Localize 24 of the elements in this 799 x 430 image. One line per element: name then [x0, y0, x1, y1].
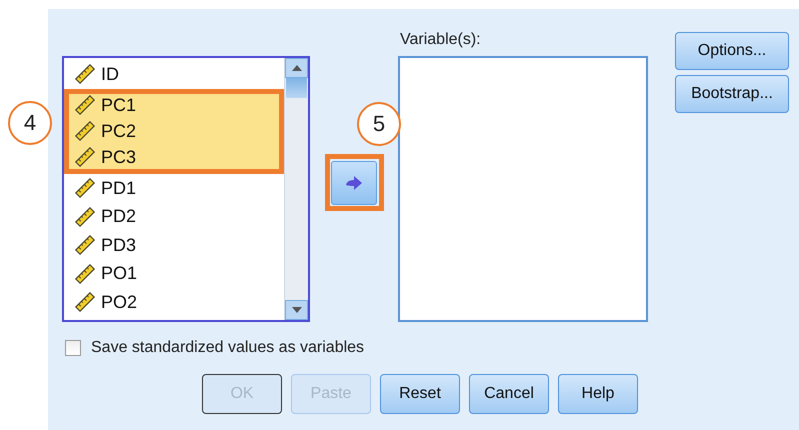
step-callout: 4: [8, 101, 52, 145]
variable-item[interactable]: PO2: [64, 288, 284, 316]
variable-item[interactable]: PD3: [64, 231, 284, 260]
dialog-button[interactable]: Help: [558, 374, 638, 414]
scroll-thumb[interactable]: [286, 78, 307, 98]
dialog-button[interactable]: Cancel: [469, 374, 549, 414]
variable-item[interactable]: PD1: [64, 174, 284, 202]
scroll-up-icon[interactable]: [292, 65, 302, 71]
move-right-button[interactable]: [331, 160, 377, 204]
scroll-down-icon[interactable]: [292, 307, 302, 313]
dialog-button[interactable]: Reset: [380, 374, 460, 414]
variable-item[interactable]: PO1: [64, 260, 284, 288]
dialog-button[interactable]: Options...: [675, 32, 789, 70]
variable-item[interactable]: ID: [64, 60, 284, 88]
scrollbar[interactable]: [284, 58, 308, 320]
variable-item[interactable]: PC2: [64, 117, 284, 146]
variables-label: Variable(s):: [400, 31, 481, 49]
variable-item[interactable]: PC3: [64, 146, 284, 174]
checkbox[interactable]: [65, 340, 81, 356]
arrow-icon: [345, 174, 363, 190]
dialog-button[interactable]: Bootstrap...: [675, 75, 789, 113]
variable-item[interactable]: PC1: [64, 88, 284, 117]
variable-item[interactable]: PD2: [64, 202, 284, 231]
checkbox-label: Save standardized values as variables: [91, 339, 364, 357]
